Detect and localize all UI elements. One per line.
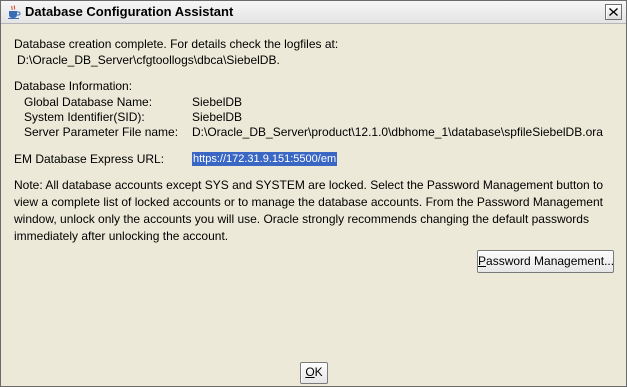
sid-label: System Identifier(SID):	[24, 110, 145, 124]
dialog-window: Database Configuration Assistant Databas…	[0, 0, 627, 387]
ok-label: K	[314, 365, 323, 379]
ok-button[interactable]: OK	[300, 362, 328, 384]
spfile-label: Server Parameter File name:	[24, 125, 179, 139]
window-title: Database Configuration Assistant	[25, 4, 234, 19]
dialog-content: Database creation complete. For details …	[1, 24, 626, 386]
note-text: Note: All database accounts except SYS a…	[14, 178, 604, 243]
ok-mnemonic: O	[305, 365, 315, 379]
em-express-label: EM Database Express URL:	[14, 152, 165, 166]
sid-value: SiebelDB	[192, 110, 243, 124]
password-management-mnemonic: P	[478, 254, 487, 268]
close-button[interactable]	[605, 4, 622, 20]
close-icon	[609, 8, 618, 16]
em-express-url[interactable]: https://172.31.9.151:5500/em	[192, 152, 338, 166]
title-bar[interactable]: Database Configuration Assistant	[1, 1, 626, 24]
global-database-name-label: Global Database Name:	[24, 95, 153, 109]
spfile-value: D:\Oracle_DB_Server\product\12.1.0\dbhom…	[192, 125, 603, 139]
log-path: D:\Oracle_DB_Server\cfgtoollogs\dbca\Sie…	[17, 53, 280, 67]
completion-message: Database creation complete. For details …	[14, 37, 339, 51]
password-management-label: assword Management...	[486, 254, 615, 268]
database-info-heading: Database Information:	[14, 79, 133, 93]
global-database-name-value: SiebelDB	[192, 95, 243, 109]
java-coffee-cup-icon	[6, 4, 22, 20]
password-management-button[interactable]: Password Management...	[477, 250, 614, 273]
